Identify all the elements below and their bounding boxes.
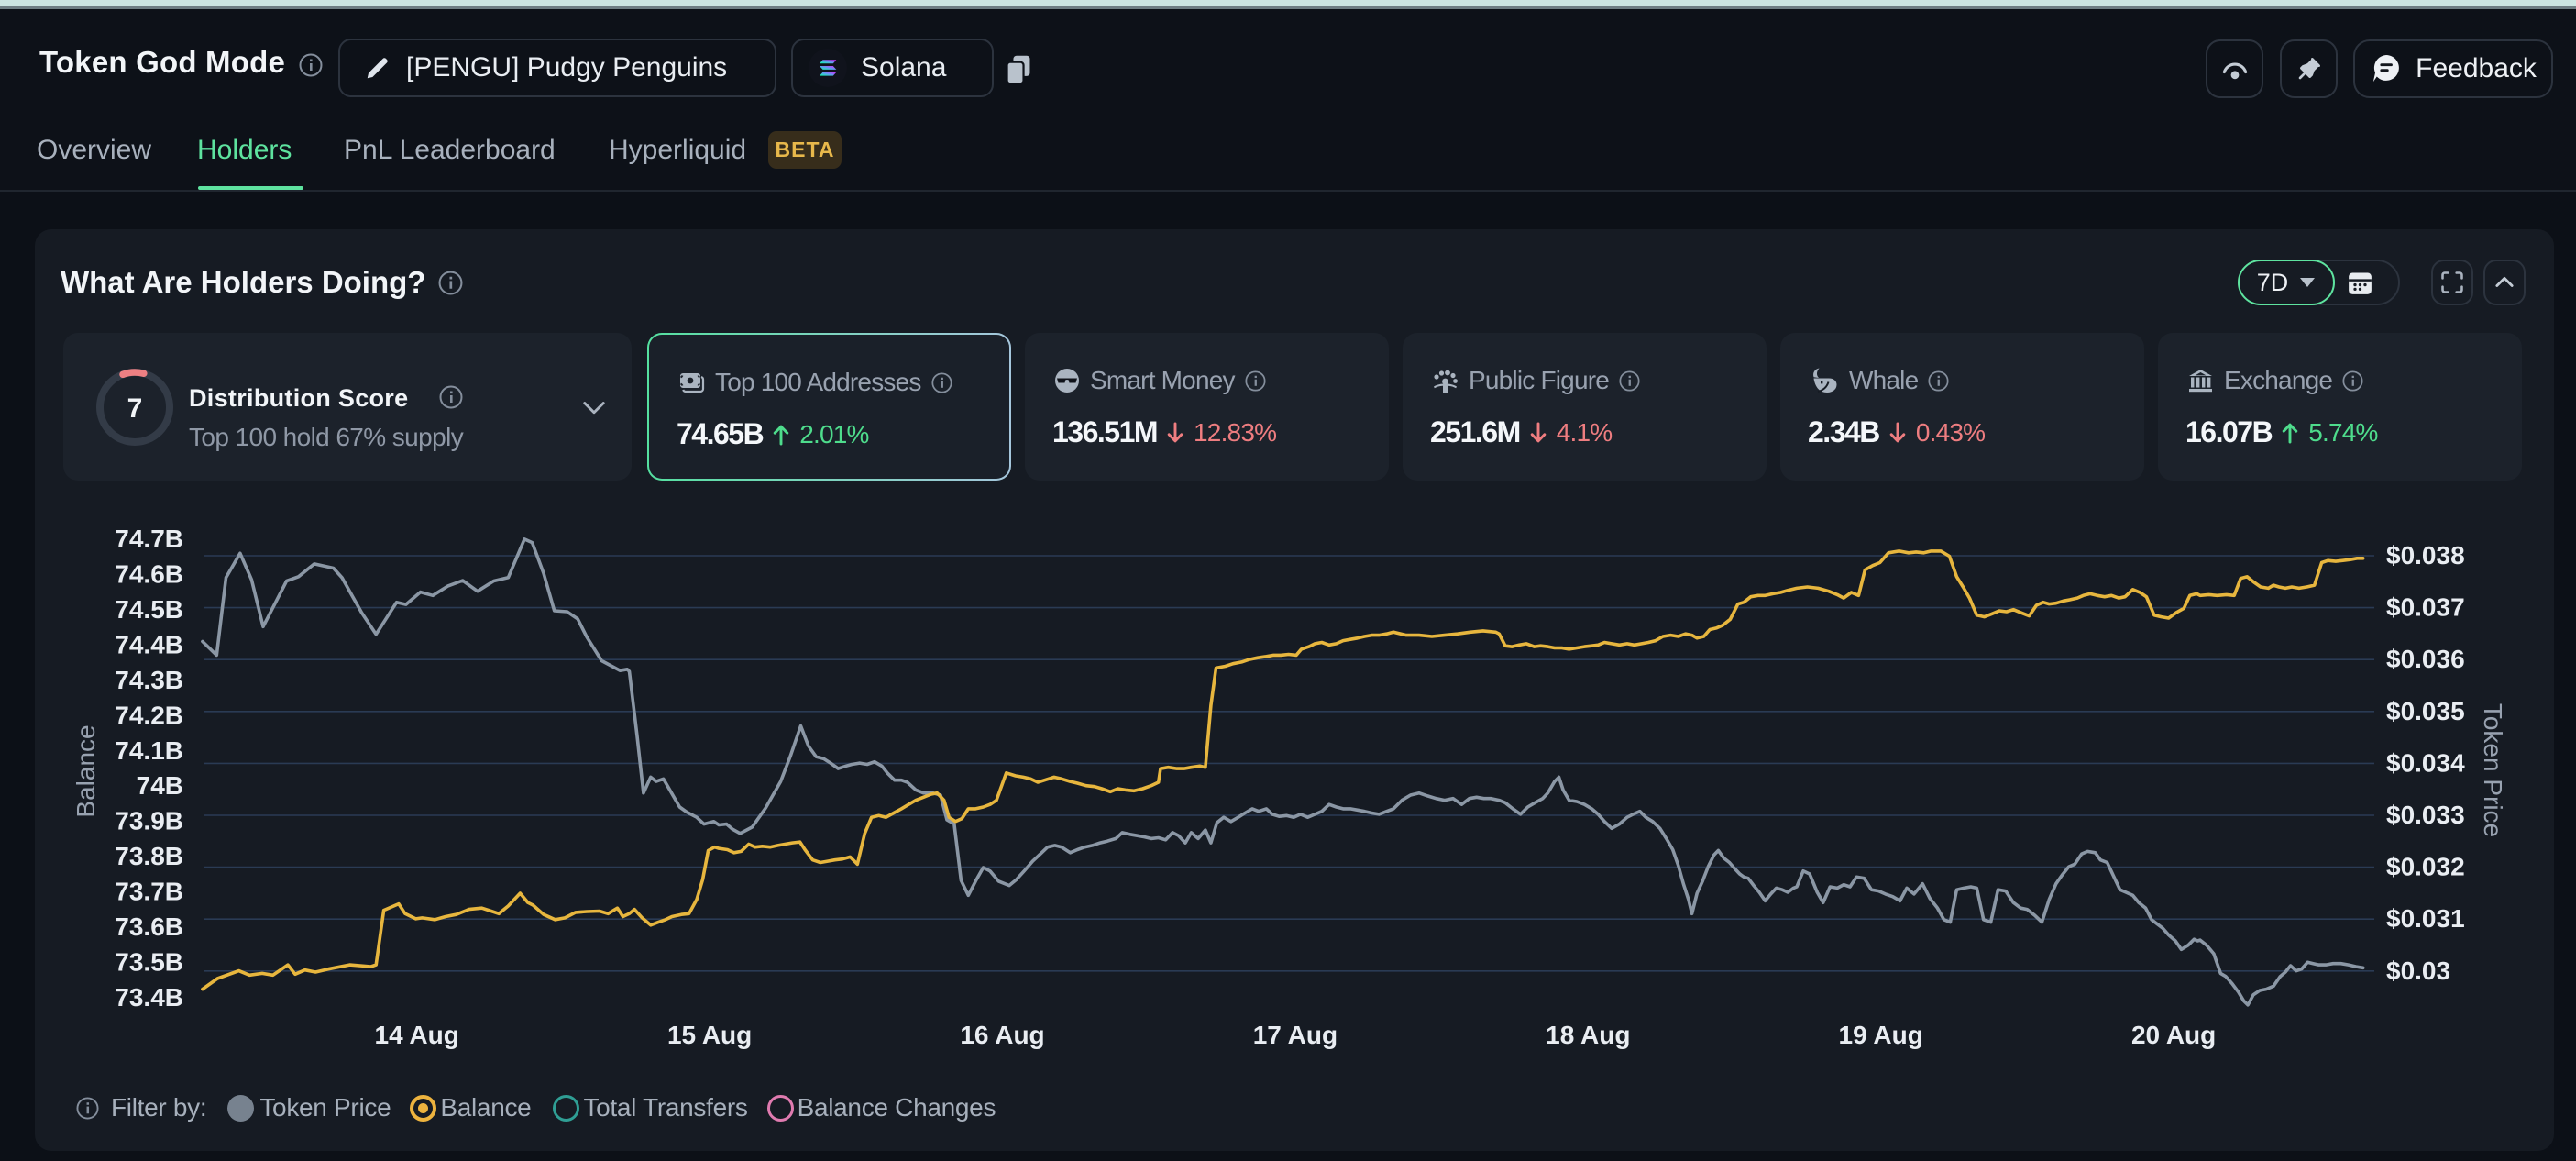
svg-text:73.9B: 73.9B — [115, 807, 183, 835]
svg-text:74.5B: 74.5B — [115, 595, 183, 624]
svg-text:20 Aug: 20 Aug — [2131, 1021, 2216, 1049]
svg-text:74.1B: 74.1B — [115, 736, 183, 765]
svg-text:Balance: Balance — [72, 724, 100, 817]
svg-text:19 Aug: 19 Aug — [1839, 1021, 1923, 1049]
svg-text:Token Price: Token Price — [2479, 703, 2507, 837]
svg-text:74B: 74B — [137, 771, 183, 800]
svg-text:$0.03: $0.03 — [2386, 956, 2450, 985]
svg-text:73.8B: 73.8B — [115, 842, 183, 870]
svg-text:17 Aug: 17 Aug — [1253, 1021, 1338, 1049]
svg-text:7: 7 — [127, 393, 143, 424]
svg-text:$0.031: $0.031 — [2386, 904, 2465, 933]
svg-text:$0.035: $0.035 — [2386, 697, 2465, 725]
svg-text:$0.036: $0.036 — [2386, 645, 2465, 673]
svg-text:$0.038: $0.038 — [2386, 541, 2465, 569]
svg-text:73.7B: 73.7B — [115, 878, 183, 906]
svg-text:$0.033: $0.033 — [2386, 801, 2465, 829]
svg-text:74.2B: 74.2B — [115, 701, 183, 729]
svg-text:74.4B: 74.4B — [115, 630, 183, 658]
svg-text:74.7B: 74.7B — [115, 525, 183, 553]
svg-text:$0.037: $0.037 — [2386, 593, 2465, 622]
svg-text:16 Aug: 16 Aug — [960, 1021, 1044, 1049]
svg-text:73.6B: 73.6B — [115, 912, 183, 941]
svg-text:$0.034: $0.034 — [2386, 748, 2465, 777]
svg-text:$0.032: $0.032 — [2386, 853, 2465, 881]
svg-text:18 Aug: 18 Aug — [1546, 1021, 1630, 1049]
svg-text:15 Aug: 15 Aug — [667, 1021, 752, 1049]
svg-text:74.3B: 74.3B — [115, 666, 183, 694]
svg-text:14 Aug: 14 Aug — [375, 1021, 459, 1049]
svg-text:74.6B: 74.6B — [115, 560, 183, 589]
svg-text:73.5B: 73.5B — [115, 948, 183, 977]
svg-text:73.4B: 73.4B — [115, 983, 183, 1012]
